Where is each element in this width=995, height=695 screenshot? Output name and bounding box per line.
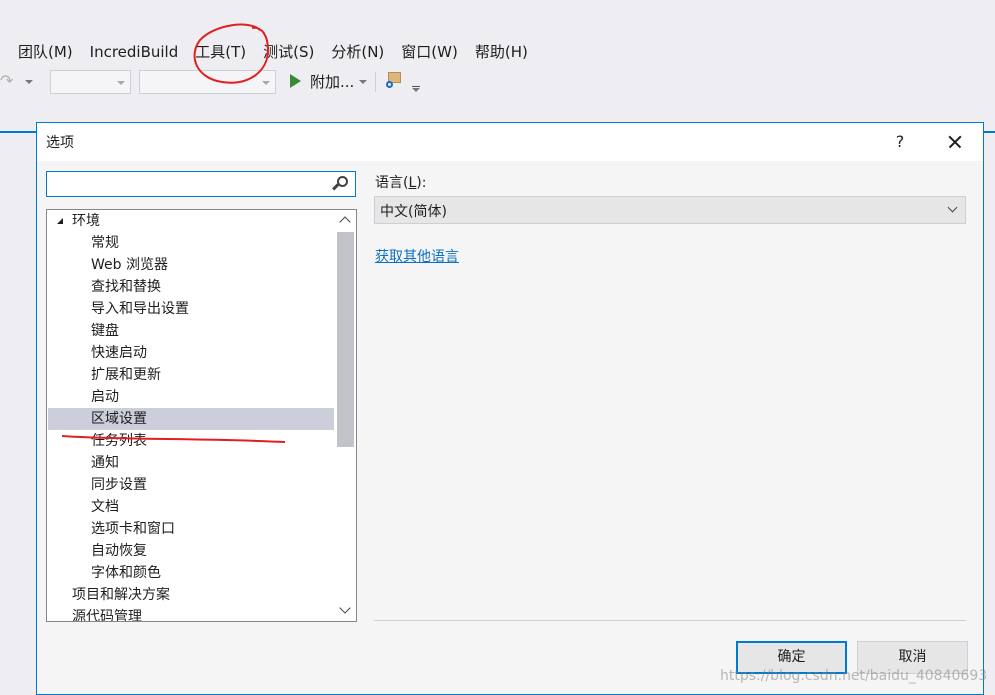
tree-item-label: 启动 [91, 389, 119, 405]
tree-scrollbar[interactable] [335, 210, 356, 621]
menu-help[interactable]: 帮助(H) [469, 38, 534, 66]
dialog-separator [374, 620, 966, 621]
tree-item[interactable]: 自动恢复 [48, 540, 334, 562]
language-label: 语言(L): [375, 175, 427, 191]
tree-item-label: 键盘 [91, 323, 119, 339]
tree-item-label: 常规 [91, 235, 119, 251]
start-icon[interactable] [290, 74, 301, 88]
scroll-down-icon[interactable] [335, 601, 356, 621]
solution-platform-combo[interactable] [139, 70, 276, 94]
tree-item-label: 快速启动 [91, 345, 147, 361]
find-in-files-icon[interactable] [386, 72, 402, 90]
help-button[interactable]: ? [885, 127, 915, 157]
toolbar: ↷ 附加... [0, 68, 995, 96]
tree-item[interactable]: 键盘 [48, 320, 334, 342]
get-more-languages-link[interactable]: 获取其他语言 [375, 246, 459, 266]
tree-item-label: 通知 [91, 455, 119, 471]
tree-item[interactable]: 文档 [48, 496, 334, 518]
tree-item[interactable]: 选项卡和窗口 [48, 518, 334, 540]
menu-window[interactable]: 窗口(W) [395, 38, 464, 66]
language-select[interactable]: 中文(简体) [374, 196, 966, 224]
tree-item-label: 项目和解决方案 [72, 587, 170, 603]
close-icon[interactable] [937, 127, 971, 157]
tree-item[interactable]: 同步设置 [48, 474, 334, 496]
tree-item[interactable]: 环境 [48, 210, 334, 232]
toolbar-overflow-arrow-icon[interactable] [412, 88, 420, 92]
menu-tools[interactable]: 工具(T) [189, 38, 252, 66]
redo-icon[interactable]: ↷ [0, 72, 14, 90]
language-select-value: 中文(简体) [380, 204, 447, 220]
tree-item[interactable]: 项目和解决方案 [48, 584, 334, 606]
tree-item[interactable]: 启动 [48, 386, 334, 408]
tree-item-label: 区域设置 [91, 411, 147, 427]
solution-config-combo[interactable] [50, 70, 131, 94]
attach-button[interactable]: 附加... [310, 70, 354, 94]
tree-item-label: 扩展和更新 [91, 367, 161, 383]
scroll-thumb[interactable] [337, 232, 354, 447]
tree-item-label: 文档 [91, 499, 119, 515]
menu-incredibuild[interactable]: IncrediBuild [84, 38, 185, 66]
dialog-titlebar: 选项 ? [37, 123, 983, 161]
tree-item-label: 任务列表 [91, 433, 147, 449]
editor-tab-rule [0, 131, 40, 133]
tree-item[interactable]: 字体和颜色 [48, 562, 334, 584]
tree-item[interactable]: 快速启动 [48, 342, 334, 364]
tree-item[interactable]: 源代码管理 [48, 606, 334, 622]
toolbar-separator [375, 72, 376, 92]
watermark: https://blog.csdn.net/baidu_40840693 [720, 668, 988, 684]
dialog-title: 选项 [46, 135, 74, 151]
options-tree: 环境常规 Web 浏览器 查找和替换导入和导出设置 键盘快速启动扩展和更新启动区域设置… [46, 209, 357, 622]
tree-item[interactable]: 导入和导出设置 [48, 298, 334, 320]
expanded-triangle-icon[interactable] [57, 218, 63, 224]
redo-dropdown-icon[interactable] [25, 80, 33, 84]
tree-item-label: 环境 [72, 213, 100, 229]
scroll-up-icon[interactable] [335, 210, 356, 230]
menu-bar: 团队(M) IncrediBuild 工具(T) 测试(S) 分析(N) 窗口(… [0, 38, 539, 66]
tree-item[interactable]: 扩展和更新 [48, 364, 334, 386]
tree-item[interactable]: Web 浏览器 [48, 254, 334, 276]
tree-item-label: 同步设置 [91, 477, 147, 493]
collapsed-triangle-icon[interactable] [57, 611, 63, 621]
tree-item-label: Web 浏览器 [91, 257, 168, 273]
tree-item-label: 查找和替换 [91, 279, 161, 295]
tree-item[interactable]: 通知 [48, 452, 334, 474]
tree-item-label: 导入和导出设置 [91, 301, 189, 317]
tree-item-selected[interactable]: 区域设置 [48, 408, 334, 430]
options-dialog: 选项 ? 环境常规 Web 浏览器 查找和替换导入和导出设置 键盘快速启动扩展和更新启… [36, 122, 984, 695]
tree-item-label: 源代码管理 [72, 609, 142, 622]
menu-test[interactable]: 测试(S) [257, 38, 320, 66]
attach-dropdown-icon[interactable] [359, 80, 367, 84]
tree-item[interactable]: 任务列表 [48, 430, 334, 452]
toolbar-overflow-icon[interactable] [412, 86, 420, 87]
menu-team[interactable]: 团队(M) [12, 38, 79, 66]
tree-item-label: 选项卡和窗口 [91, 521, 175, 537]
collapsed-triangle-icon[interactable] [57, 589, 63, 601]
options-search-box [46, 171, 356, 197]
search-input[interactable] [47, 172, 327, 196]
tree-item[interactable]: 查找和替换 [48, 276, 334, 298]
search-icon[interactable] [332, 176, 349, 192]
chevron-down-icon [947, 202, 958, 213]
menu-analyze[interactable]: 分析(N) [325, 38, 390, 66]
tree-item-label: 自动恢复 [91, 543, 147, 559]
tree-item[interactable]: 常规 [48, 232, 334, 254]
tree-item-label: 字体和颜色 [91, 565, 161, 581]
